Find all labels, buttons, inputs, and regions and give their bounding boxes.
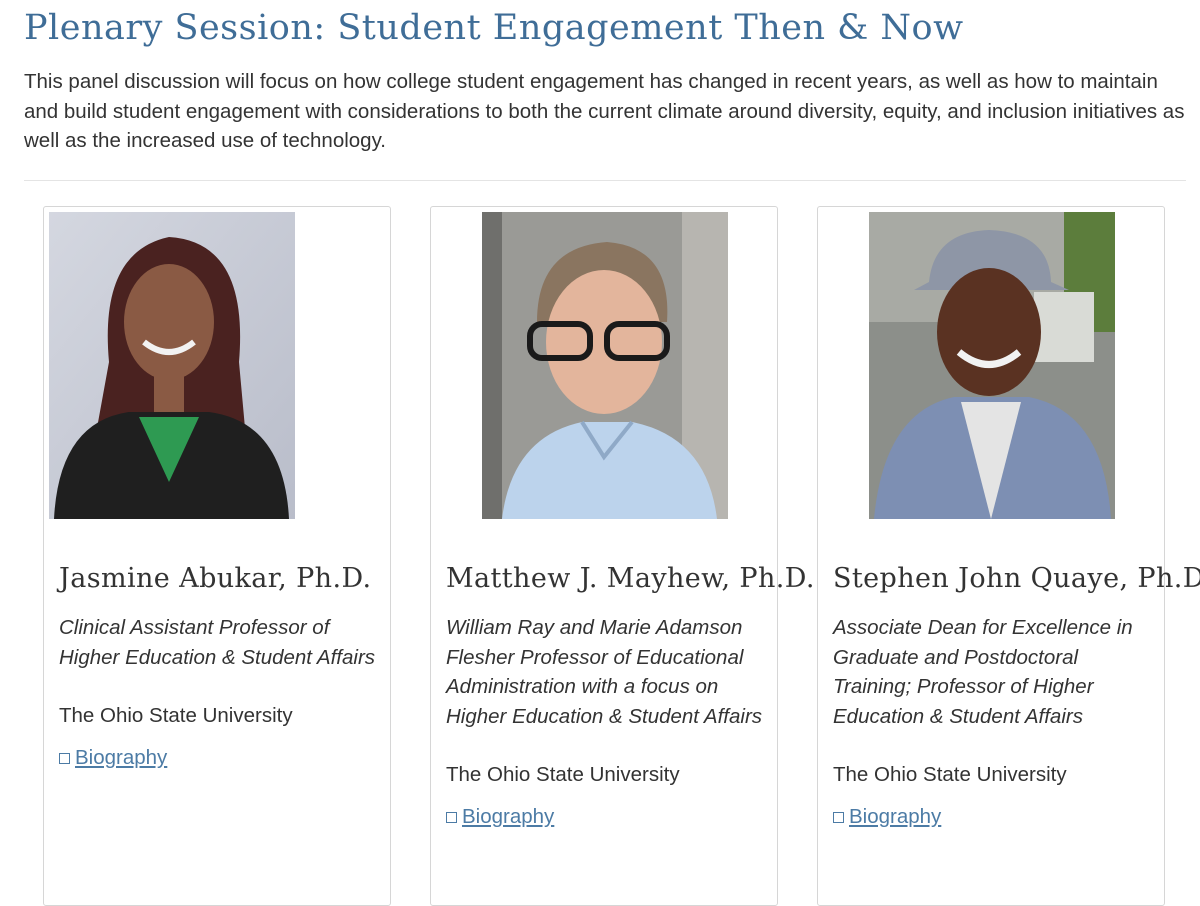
panelist-org: The Ohio State University [446, 763, 680, 786]
biography-link-label: Biography [75, 746, 168, 769]
biography-link[interactable]: Biography [446, 805, 554, 829]
panelist-photo [869, 212, 1115, 519]
panelist-title: Clinical Assistant Professor of Higher E… [59, 616, 376, 669]
panelist-org: The Ohio State University [833, 763, 1067, 786]
panelist-name: Matthew J. Mayhew, Ph.D. [446, 563, 815, 594]
external-box-icon [59, 752, 70, 764]
biography-link[interactable]: Biography [59, 746, 167, 770]
panelist-name: Jasmine Abukar, Ph.D. [59, 563, 372, 594]
panelist-photo [482, 212, 728, 519]
biography-link-label: Biography [849, 805, 942, 828]
biography-link[interactable]: Biography [833, 805, 941, 829]
panelist-card-quaye: Stephen John Quaye, Ph.D. Associate Dean… [817, 206, 1200, 906]
external-box-icon [446, 811, 457, 823]
intro-paragraph: This panel discussion will focus on how … [24, 70, 1185, 152]
panelist-card-abukar: Jasmine Abukar, Ph.D. Clinical Assistant… [43, 206, 391, 906]
section-divider [24, 180, 1186, 181]
panelist-name: Stephen John Quaye, Ph.D. [833, 563, 1200, 594]
panelist-title: William Ray and Marie Adamson Flesher Pr… [446, 616, 763, 728]
panelist-org: The Ohio State University [59, 704, 293, 727]
panelist-photo [49, 212, 295, 519]
panelist-card-mayhew: Matthew J. Mayhew, Ph.D. William Ray and… [430, 206, 815, 906]
panelist-title: Associate Dean for Excellence in Graduat… [833, 616, 1133, 728]
external-box-icon [833, 811, 844, 823]
biography-link-label: Biography [462, 805, 555, 828]
page-title: Plenary Session: Student Engagement Then… [24, 8, 964, 48]
